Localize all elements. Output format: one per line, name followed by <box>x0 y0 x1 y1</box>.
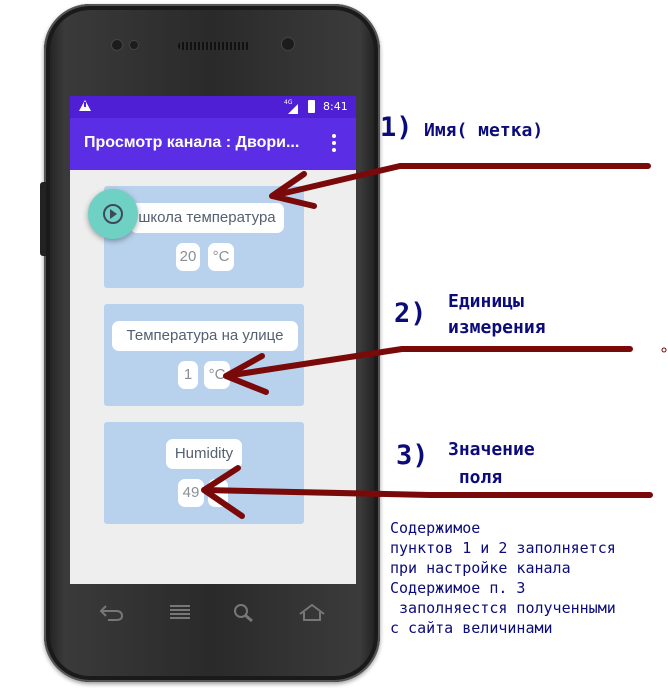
explanation-note: Содержимое пунктов 1 и 2 заполняется при… <box>390 519 616 637</box>
front-camera <box>282 38 294 50</box>
phone-screen: 4G 8:41 Просмотр канала : Двори... школа… <box>70 96 356 584</box>
widget-value: 49 <box>178 479 204 507</box>
annotation-number-3: 3) <box>396 440 429 471</box>
proximity-sensor <box>112 40 122 50</box>
annotation-number-1: 1) <box>380 112 413 143</box>
more-vert-icon[interactable] <box>332 134 336 154</box>
play-triangle <box>110 209 117 219</box>
page-title: Просмотр канала : Двори... <box>84 134 300 151</box>
earpiece-speaker <box>178 42 250 50</box>
signal-icon <box>288 104 298 114</box>
battery-icon <box>308 100 315 113</box>
widget-value: 20 <box>176 243 200 271</box>
menu-icon[interactable] <box>168 602 192 622</box>
search-icon[interactable] <box>232 602 256 622</box>
light-sensor <box>130 41 138 49</box>
widget-name: Температура на улице <box>112 321 298 351</box>
annotation-label-2: Единицы измерения <box>448 291 546 338</box>
widget-name: школа температура <box>130 203 284 233</box>
phone-side-button <box>40 182 46 256</box>
widget-value: 1 <box>178 361 198 389</box>
status-bar: 4G 8:41 <box>70 96 356 118</box>
app-bar: Просмотр канала : Двори... <box>70 118 356 170</box>
widget-unit: °C <box>208 243 234 271</box>
warning-icon-mark <box>84 102 86 107</box>
home-icon[interactable] <box>298 602 326 622</box>
widget-card[interactable]: Температура на улице 1 °C <box>104 304 304 406</box>
annotation-label-1: Имя( метка) <box>424 120 544 141</box>
back-icon[interactable] <box>98 602 126 622</box>
annotation-label-3: Значение поля <box>448 439 535 488</box>
annotation-number-2: 2) <box>394 298 427 329</box>
widget-unit <box>208 479 228 507</box>
play-button[interactable] <box>88 189 138 239</box>
widget-name: Humidity <box>166 439 242 469</box>
widget-unit: °C <box>204 361 230 389</box>
widget-card[interactable]: Humidity 49 <box>104 422 304 524</box>
status-time: 8:41 <box>323 100 348 113</box>
